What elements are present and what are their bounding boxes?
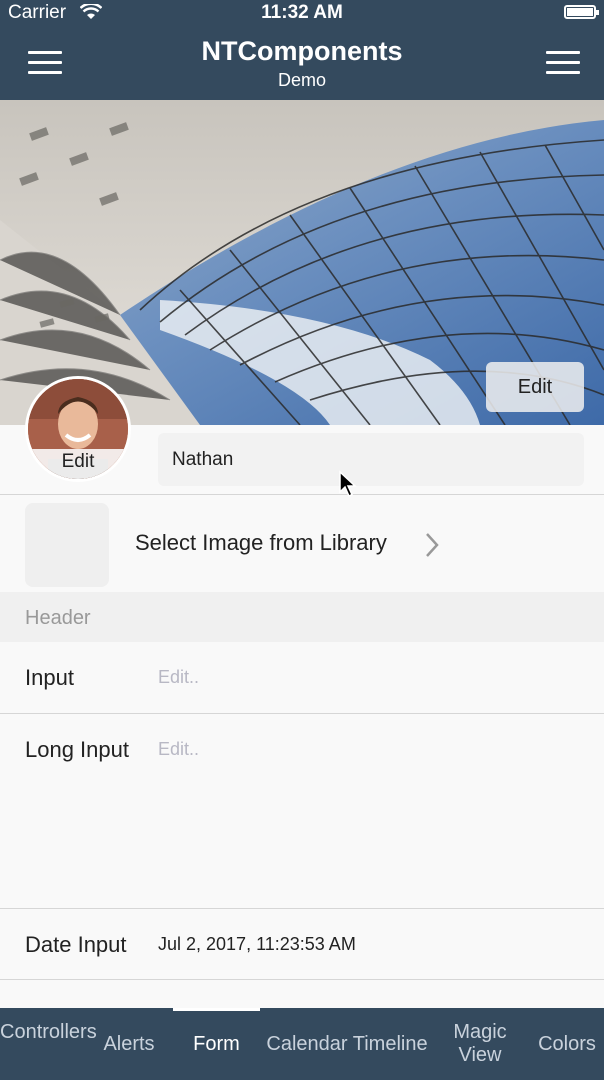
divider	[0, 494, 604, 495]
image-thumbnail[interactable]	[25, 503, 109, 587]
right-menu-icon[interactable]	[546, 51, 580, 75]
tab-controllers[interactable]: Controllers	[0, 1021, 97, 1044]
long-input-field[interactable]: Edit..	[158, 739, 199, 760]
long-input-label: Long Input	[25, 737, 129, 762]
active-tab-indicator	[173, 1008, 260, 1011]
section-header-label: Header	[25, 607, 91, 629]
divider	[0, 979, 604, 980]
nav-title: NTComponents	[201, 36, 403, 66]
tab-form[interactable]: Form	[173, 1033, 260, 1056]
divider	[0, 713, 604, 714]
section-header: Header	[0, 592, 604, 642]
select-image-button[interactable]: Select Image from Library	[135, 530, 387, 556]
input-label: Input	[25, 665, 74, 690]
avatar[interactable]: Edit	[25, 376, 131, 482]
avatar-edit-label: Edit	[28, 449, 128, 479]
date-input-label: Date Input	[25, 932, 127, 957]
battery-icon	[564, 5, 599, 19]
mouse-cursor-icon	[338, 470, 358, 505]
divider	[0, 908, 604, 909]
nav-subtitle: Demo	[277, 70, 326, 90]
tab-colors[interactable]: Colors	[530, 1033, 604, 1056]
tab-bar: Controllers Alerts Form Calendar Timelin…	[0, 1008, 604, 1080]
chevron-right-icon	[424, 532, 440, 563]
status-time: 11:32 AM	[261, 2, 343, 23]
navigation-bar: NTComponents Demo	[0, 26, 604, 100]
tab-alerts[interactable]: Alerts	[90, 1033, 168, 1056]
name-field[interactable]: Nathan	[158, 433, 584, 486]
status-bar: Carrier 11:32 AM	[0, 0, 604, 26]
date-input-field[interactable]: Jul 2, 2017, 11:23:53 AM	[158, 934, 356, 955]
input-field[interactable]: Edit..	[158, 667, 199, 688]
tab-magic-view[interactable]: Magic View	[442, 1021, 518, 1067]
tab-calendar-timeline[interactable]: Calendar Timeline	[262, 1033, 432, 1056]
cover-edit-button[interactable]: Edit	[486, 362, 584, 412]
